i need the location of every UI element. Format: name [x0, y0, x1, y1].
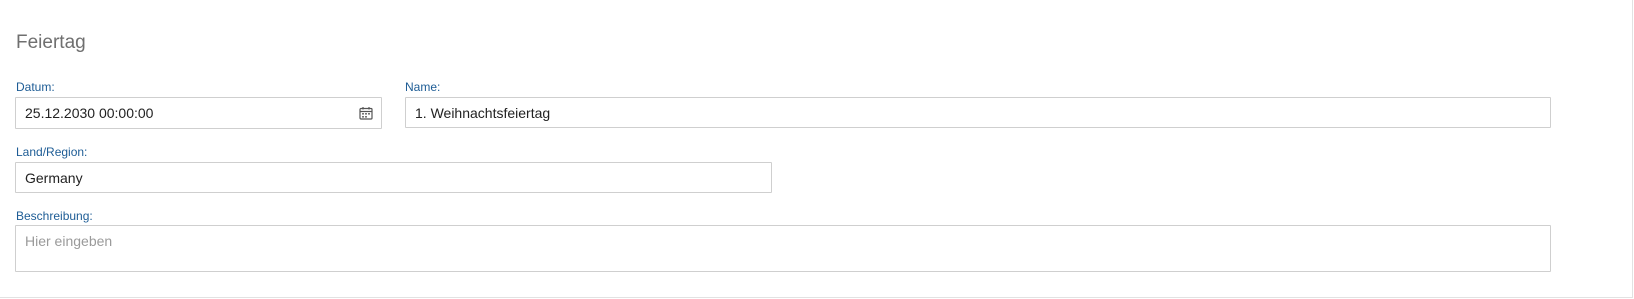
- beschreibung-field-wrapper: [15, 225, 1551, 272]
- region-label: Land/Region:: [16, 145, 88, 159]
- name-input[interactable]: [415, 98, 1509, 127]
- holiday-form-panel: Feiertag Datum: Name: Land/Region: Besch…: [0, 0, 1633, 298]
- name-field-wrapper: [405, 97, 1551, 128]
- region-input[interactable]: [25, 163, 730, 192]
- datum-input[interactable]: [25, 98, 340, 128]
- form-title: Feiertag: [16, 32, 86, 53]
- datum-label: Datum:: [16, 80, 55, 94]
- region-field-wrapper: [15, 162, 772, 193]
- name-label: Name:: [405, 80, 441, 94]
- beschreibung-textarea[interactable]: [25, 233, 1539, 266]
- calendar-icon[interactable]: [359, 106, 373, 120]
- beschreibung-label: Beschreibung:: [16, 209, 93, 223]
- datum-field-wrapper: [15, 97, 382, 129]
